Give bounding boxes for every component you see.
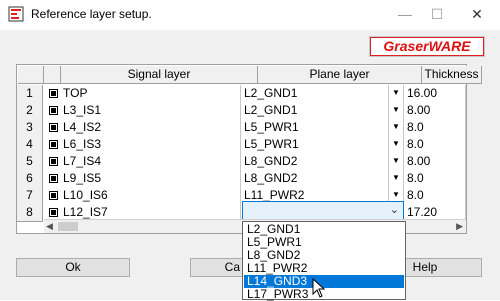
- window-title: Reference layer setup.: [31, 7, 152, 21]
- signal-layer-cell[interactable]: L9_IS5: [44, 170, 241, 188]
- thickness-cell[interactable]: 16.00: [405, 85, 466, 103]
- plane-layer-combo[interactable]: L2_GND1 ▼: [242, 85, 404, 103]
- signal-layer-cell[interactable]: L4_IS2: [44, 119, 241, 137]
- row-number[interactable]: 5: [17, 153, 43, 171]
- signal-layer-cell[interactable]: L3_IS1: [44, 102, 241, 120]
- plane-layer-combo[interactable]: L8_GND2 ▼: [242, 170, 404, 188]
- dropdown-arrow-icon[interactable]: ▼: [388, 153, 403, 170]
- plane-layer-value: L2_GND1: [244, 103, 298, 117]
- plane-layer-value: L2_GND1: [244, 86, 298, 100]
- row-number[interactable]: 3: [17, 119, 43, 137]
- dropdown-arrow-icon[interactable]: ▼: [388, 85, 403, 102]
- row-number[interactable]: 7: [17, 187, 43, 205]
- column-header-signal[interactable]: Signal layer: [61, 66, 258, 84]
- cancel-button[interactable]: Ca: [190, 258, 245, 277]
- signal-layer-label: L3_IS1: [63, 103, 102, 117]
- thickness-cell[interactable]: 8.0: [405, 136, 466, 154]
- scroll-left-icon[interactable]: ◀: [46, 220, 53, 233]
- plane-layer-combo[interactable]: L2_GND1 ▼: [242, 102, 404, 120]
- scroll-thumb[interactable]: [58, 222, 78, 231]
- signal-layer-label: L9_IS5: [63, 171, 102, 185]
- signal-layer-label: L10_IS6: [63, 188, 108, 202]
- thickness-cell[interactable]: 8.0: [405, 170, 466, 188]
- column-header-thickness[interactable]: Thickness: [422, 66, 482, 84]
- graserware-logo: GraserWARE: [369, 36, 485, 57]
- row-number[interactable]: 2: [17, 102, 43, 120]
- column-header-plane[interactable]: Plane layer: [258, 66, 422, 84]
- signal-layer-label: TOP: [63, 86, 88, 100]
- checkbox-checked-icon[interactable]: [49, 106, 58, 115]
- plane-layer-value: L5_PWR1: [244, 137, 299, 151]
- thickness-cell[interactable]: 8.0: [405, 119, 466, 137]
- chevron-down-icon[interactable]: ⌄: [390, 203, 399, 216]
- checkbox-checked-icon[interactable]: [49, 157, 58, 166]
- checkbox-checked-icon[interactable]: [49, 208, 58, 217]
- signal-layer-label: L7_IS4: [63, 154, 102, 168]
- dropdown-arrow-icon[interactable]: ▼: [388, 136, 403, 153]
- checkbox-checked-icon[interactable]: [49, 123, 58, 132]
- dropdown-arrow-icon[interactable]: ▼: [388, 170, 403, 187]
- dropdown-arrow-icon[interactable]: ▼: [388, 119, 403, 136]
- signal-layer-label: L6_IS3: [63, 137, 102, 151]
- row-number[interactable]: 1: [17, 85, 43, 103]
- scroll-right-icon[interactable]: ▶: [456, 220, 463, 233]
- checkbox-checked-icon[interactable]: [49, 89, 58, 98]
- thickness-cell[interactable]: 8.00: [405, 153, 466, 171]
- title-bar: Reference layer setup. — ☐ ✕: [0, 0, 500, 30]
- grid-spacer: [44, 66, 61, 84]
- thickness-cell[interactable]: 8.00: [405, 102, 466, 120]
- thickness-cell[interactable]: 8.0: [405, 187, 466, 205]
- dropdown-arrow-icon[interactable]: ▼: [388, 102, 403, 119]
- signal-layer-cell[interactable]: L10_IS6: [44, 187, 241, 205]
- ok-button[interactable]: Ok: [16, 258, 130, 277]
- grid-corner: [18, 66, 44, 84]
- app-icon: [8, 6, 24, 22]
- plane-layer-combo[interactable]: L5_PWR1 ▼: [242, 136, 404, 154]
- plane-layer-value: L11_PWR2: [244, 188, 305, 202]
- signal-layer-cell[interactable]: TOP: [44, 85, 241, 103]
- plane-layer-value: L8_GND2: [244, 171, 298, 185]
- row-number[interactable]: 8: [17, 204, 43, 222]
- checkbox-checked-icon[interactable]: [49, 140, 58, 149]
- plane-layer-combo[interactable]: L8_GND2 ▼: [242, 153, 404, 171]
- checkbox-checked-icon[interactable]: [49, 191, 58, 200]
- logo-text: GraserWARE: [383, 38, 471, 54]
- signal-layer-cell[interactable]: L6_IS3: [44, 136, 241, 154]
- plane-layer-combo-active[interactable]: ⌄: [242, 201, 404, 220]
- plane-layer-combo[interactable]: L5_PWR1 ▼: [242, 119, 404, 137]
- checkbox-checked-icon[interactable]: [49, 174, 58, 183]
- signal-layer-label: L12_IS7: [63, 205, 108, 219]
- plane-layer-value: L5_PWR1: [244, 120, 299, 134]
- plane-layer-value: L8_GND2: [244, 154, 298, 168]
- maximize-button[interactable]: ☐: [418, 0, 456, 30]
- signal-layer-cell[interactable]: L7_IS4: [44, 153, 241, 171]
- row-number[interactable]: 4: [17, 136, 43, 154]
- signal-layer-label: L4_IS2: [63, 120, 102, 134]
- mouse-pointer-icon: [312, 278, 326, 298]
- close-button[interactable]: ✕: [458, 0, 496, 30]
- row-number[interactable]: 6: [17, 170, 43, 188]
